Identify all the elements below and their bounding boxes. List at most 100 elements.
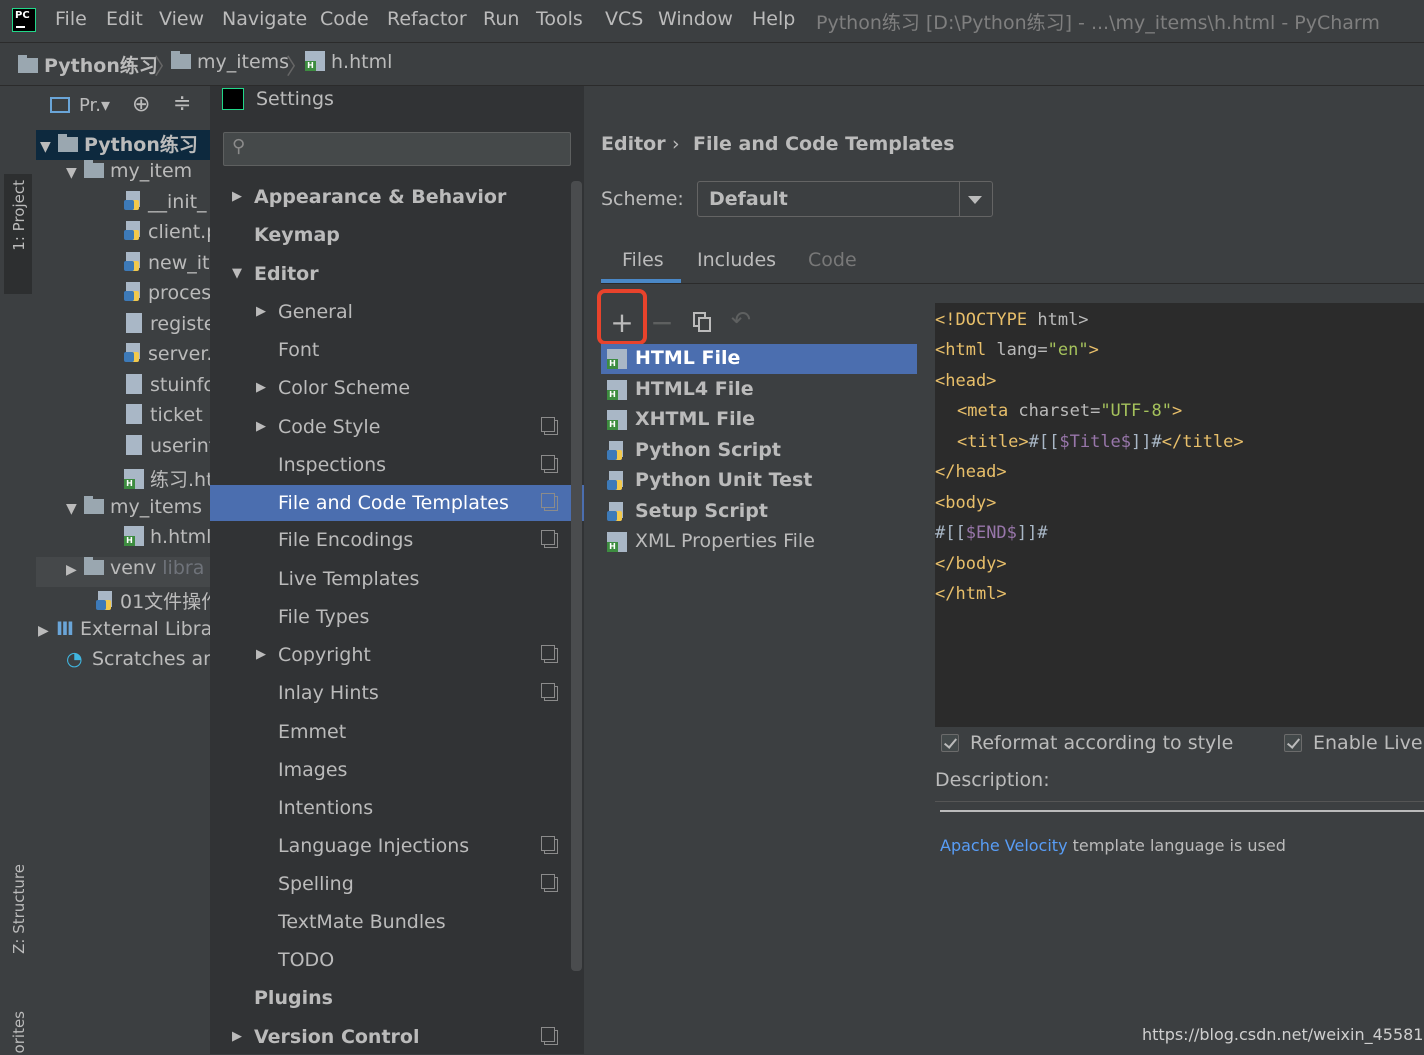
tree-item-folder[interactable]: ▶ venv libra	[36, 557, 210, 587]
tree-item-file[interactable]: stuinfo	[126, 374, 210, 404]
breadcrumb-file[interactable]: h.html	[305, 51, 392, 73]
template-item-html4[interactable]: HTML4 File	[601, 375, 917, 405]
tree-item-folder[interactable]: ▼ my_items	[66, 496, 202, 526]
tree-item-label: 01文件操作	[120, 591, 210, 613]
tree-item-file[interactable]: __init_	[124, 191, 207, 221]
nav-live-templates[interactable]: Live Templates	[210, 561, 584, 597]
nav-spelling[interactable]: Spelling	[210, 866, 584, 902]
nav-label: Intentions	[278, 797, 374, 819]
template-item-python-unit-test[interactable]: Python Unit Test	[601, 466, 917, 496]
copy-icon[interactable]	[693, 312, 713, 332]
tree-item-file[interactable]: server.	[124, 343, 210, 373]
scheme-dropdown[interactable]: Default	[697, 181, 993, 217]
nav-file-and-code-templates[interactable]: File and Code Templates	[210, 485, 584, 521]
reset-icon[interactable]: ↶	[731, 306, 751, 334]
tree-item-file[interactable]: h.html	[124, 526, 210, 556]
nav-images[interactable]: Images	[210, 752, 584, 788]
template-item-xhtml[interactable]: XHTML File	[601, 405, 917, 435]
tree-item-file[interactable]: 01文件操作	[96, 587, 210, 617]
template-item-setup-script[interactable]: Setup Script	[601, 497, 917, 527]
nav-label: Plugins	[254, 987, 333, 1009]
locate-icon[interactable]: ⊕	[132, 92, 150, 117]
enable-live-templates-checkbox[interactable]	[1284, 734, 1302, 752]
tree-item-file[interactable]: userinf	[126, 435, 210, 465]
tab-includes[interactable]: Includes	[697, 249, 776, 271]
project-view-dropdown[interactable]: Pr.▾	[79, 95, 110, 116]
scheme-dropdown-value: Default	[709, 188, 788, 210]
tree-item-label: client.p	[148, 221, 210, 243]
nav-plugins[interactable]: Plugins	[210, 980, 584, 1016]
tree-item-file[interactable]: proces	[124, 282, 210, 312]
menu-window[interactable]: Window	[658, 8, 733, 30]
tree-item-label: __init_	[148, 191, 207, 213]
favorites-tool-tab[interactable]: orites	[10, 1011, 28, 1053]
menu-edit[interactable]: Edit	[106, 8, 143, 30]
menu-navigate[interactable]: Navigate	[222, 8, 307, 30]
nav-todo[interactable]: TODO	[210, 942, 584, 978]
menu-help[interactable]: Help	[752, 8, 795, 30]
nav-file-types[interactable]: File Types	[210, 599, 584, 635]
tree-item-file[interactable]: registe	[126, 313, 210, 343]
menu-view[interactable]: View	[159, 8, 204, 30]
template-item-html[interactable]: HTML File	[601, 344, 917, 374]
nav-label: File Encodings	[278, 529, 414, 551]
nav-editor[interactable]: ▼ Editor	[210, 256, 584, 292]
menu-code[interactable]: Code	[320, 8, 369, 30]
template-label: Python Unit Test	[635, 469, 813, 491]
structure-tool-tab[interactable]: Z: Structure	[10, 864, 28, 954]
nav-general[interactable]: ▶ General	[210, 294, 584, 330]
tree-item-file[interactable]: new_it	[124, 252, 210, 282]
nav-intentions[interactable]: Intentions	[210, 790, 584, 826]
python-file-icon	[607, 502, 625, 522]
tree-item-folder[interactable]: ▼ my_item	[66, 160, 192, 190]
tree-item-project-root[interactable]: ▼ Python练习	[36, 130, 210, 160]
template-item-xml-properties[interactable]: XML Properties File	[601, 527, 917, 557]
tree-item-file[interactable]: ticket	[126, 404, 203, 434]
menu-tools[interactable]: Tools	[536, 8, 583, 30]
apache-velocity-link[interactable]: Apache Velocity	[940, 836, 1068, 855]
remove-template-button[interactable]: −	[645, 306, 679, 340]
tree-item-file[interactable]: 练习.ht	[124, 465, 210, 495]
tree-item-file[interactable]: client.p	[124, 221, 210, 251]
nav-copyright[interactable]: ▶ Copyright	[210, 637, 584, 673]
project-tool-tab[interactable]: 1: Project	[4, 174, 32, 294]
nav-inlay-hints[interactable]: Inlay Hints	[210, 675, 584, 711]
tree-item-label: Python练习	[84, 134, 198, 156]
template-label: HTML File	[635, 347, 741, 369]
nav-color-scheme[interactable]: ▶ Color Scheme	[210, 370, 584, 406]
nav-label: Appearance & Behavior	[254, 186, 507, 208]
html-file-icon	[124, 526, 144, 546]
tab-files[interactable]: Files	[622, 249, 664, 271]
library-icon: Ⅲ	[56, 618, 74, 640]
nav-font[interactable]: Font	[210, 332, 584, 368]
menu-refactor[interactable]: Refactor	[387, 8, 467, 30]
tree-item-libraries[interactable]: ▶ Ⅲ External Libra	[38, 618, 210, 648]
nav-scrollbar[interactable]	[571, 181, 582, 971]
html-file-icon	[124, 469, 144, 489]
menu-file[interactable]: File	[55, 8, 87, 30]
tree-item-scratches[interactable]: ◔ Scratches and	[66, 648, 210, 678]
xhtml-file-icon	[607, 410, 627, 430]
nav-inspections[interactable]: Inspections	[210, 447, 584, 483]
menu-run[interactable]: Run	[483, 8, 519, 30]
content-breadcrumb-parent[interactable]: Editor	[601, 133, 666, 155]
nav-appearance-behavior[interactable]: ▶ Appearance & Behavior	[210, 179, 584, 215]
reformat-checkbox[interactable]	[941, 734, 959, 752]
tab-code[interactable]: Code	[808, 249, 857, 271]
nav-language-injections[interactable]: Language Injections	[210, 828, 584, 864]
nav-file-encodings[interactable]: File Encodings	[210, 522, 584, 558]
template-code-editor[interactable]: <!DOCTYPE html> <html lang="en"> <head> …	[935, 303, 1424, 727]
breadcrumb-project[interactable]: Python练习	[18, 51, 158, 78]
template-item-python-script[interactable]: Python Script	[601, 436, 917, 466]
nav-textmate-bundles[interactable]: TextMate Bundles	[210, 904, 584, 940]
nav-keymap[interactable]: Keymap	[210, 217, 584, 253]
scheme-label: Scheme:	[601, 188, 684, 210]
nav-version-control[interactable]: ▶ Version Control	[210, 1019, 584, 1055]
code-line: <title>#[[$Title$]]#</title>	[957, 432, 1244, 452]
nav-code-style[interactable]: ▶ Code Style	[210, 409, 584, 445]
nav-emmet[interactable]: Emmet	[210, 714, 584, 750]
menu-vcs[interactable]: VCS	[605, 8, 643, 30]
settings-search-input[interactable]: ⚲	[223, 132, 571, 166]
breadcrumb-folder[interactable]: my_items	[171, 51, 289, 73]
collapse-all-icon[interactable]: ≑	[173, 91, 191, 116]
